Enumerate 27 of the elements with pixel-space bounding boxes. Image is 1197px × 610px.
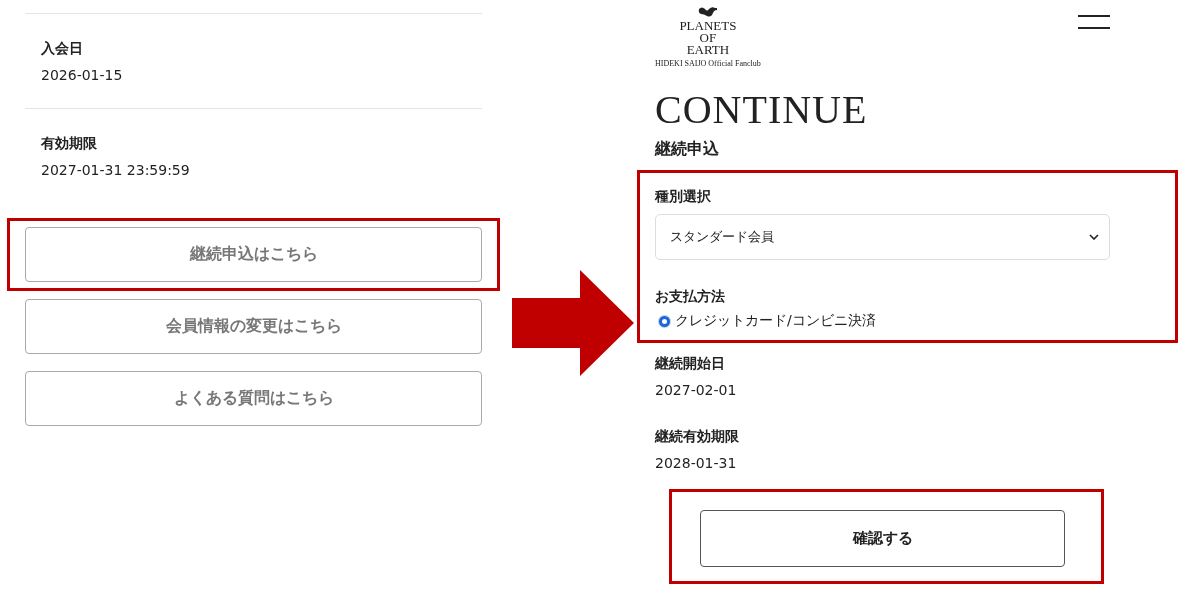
logo-text: PLANETS [679, 20, 737, 32]
type-select[interactable]: スタンダード会員 [655, 214, 1110, 260]
radio-label: クレジットカード/コンビニ決済 [675, 312, 876, 330]
field-value: 2027-01-31 23:59:59 [41, 161, 191, 180]
confirm-button[interactable]: 確認する [700, 510, 1065, 567]
logo-mark-icon [696, 6, 719, 18]
menu-icon[interactable] [1078, 15, 1110, 29]
field-value: 2027-02-01 [655, 381, 737, 400]
page-heading: CONTINUE [655, 88, 868, 132]
field-value: 2028-01-31 [655, 454, 738, 473]
field-label: 種別選択 [655, 187, 712, 206]
arrow-icon [512, 270, 634, 376]
field-value: 2026-01-15 [41, 66, 124, 85]
logo-text: EARTH [686, 44, 730, 56]
radio-button[interactable] [659, 315, 670, 327]
logo-text: OF [699, 32, 717, 44]
field-label: 継続開始日 [655, 354, 726, 373]
page-subheading: 継続申込 [655, 138, 719, 160]
field-label: 有効期限 [41, 134, 98, 153]
field-label: 入会日 [41, 39, 84, 58]
chevron-down-icon [1089, 234, 1099, 240]
field-label: 継続有効期限 [655, 427, 739, 446]
link-button[interactable]: よくある質問はこちら [25, 371, 482, 426]
logo-tagline: HIDEKI SAIJO Official Fanclub [655, 59, 761, 68]
link-button[interactable]: 会員情報の変更はこちら [25, 299, 482, 354]
link-button[interactable]: 継続申込はこちら [25, 227, 482, 282]
field-label: お支払方法 [655, 287, 726, 306]
